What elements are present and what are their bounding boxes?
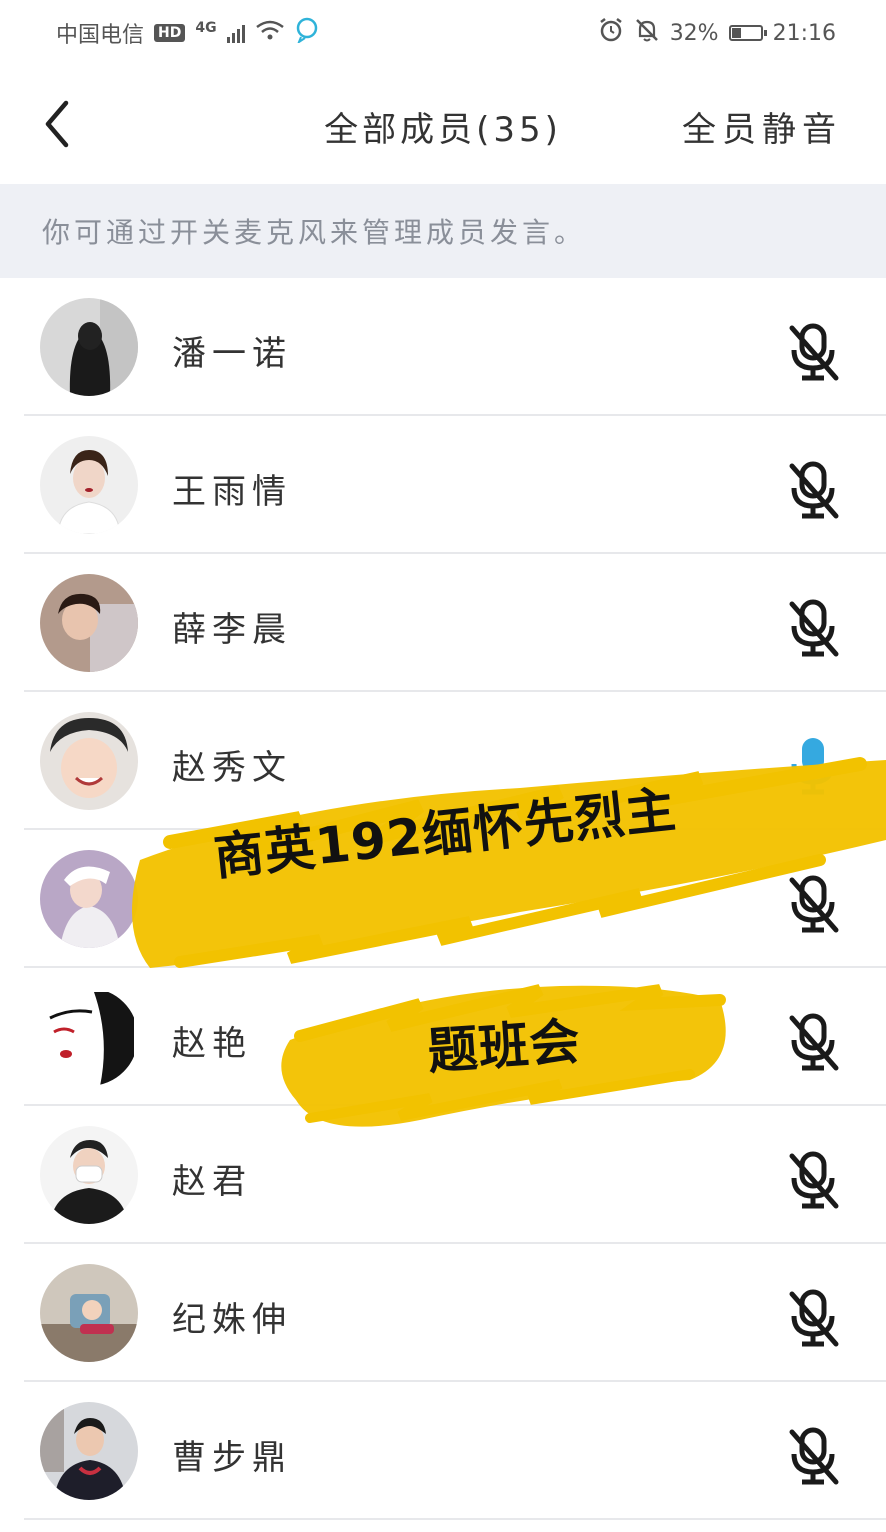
mic-toggle-button[interactable]: [786, 460, 842, 520]
member-name: 赵艳: [172, 1024, 252, 1064]
member-name: 曹步鼎: [172, 1438, 292, 1478]
status-bar: 中国电信 HD 4G 32% 21:16: [0, 0, 886, 66]
member-row[interactable]: 赵秀文: [0, 692, 886, 830]
mic-muted-icon: [789, 1013, 839, 1071]
signal-icon: [226, 23, 245, 43]
alarm-icon: [598, 17, 624, 49]
mic-toggle-button[interactable]: [786, 1150, 842, 1210]
status-right: 32% 21:16: [598, 17, 836, 49]
hint-banner: 你可通过开关麦克风来管理成员发言。: [0, 184, 886, 278]
member-name: 赵君: [172, 1162, 252, 1202]
mic-muted-icon: [789, 875, 839, 933]
mic-toggle-button[interactable]: [786, 1012, 842, 1072]
battery-level: [731, 28, 741, 38]
battery-percent: 32%: [669, 20, 719, 46]
mic-muted-icon: [789, 1151, 839, 1209]
member-list: 潘一诺 王雨情 薛李晨 赵秀文 赵艳 赵君 纪姝伸 曹步鼎: [0, 278, 886, 1520]
member-row[interactable]: 潘一诺: [0, 278, 886, 416]
status-left: 中国电信 HD 4G: [56, 17, 319, 49]
screen: 中国电信 HD 4G 32% 21:16 全部成员(35) 全员静音 你可通过开…: [0, 0, 886, 1532]
avatar[interactable]: [40, 1264, 138, 1362]
member-row[interactable]: 赵艳: [0, 968, 886, 1106]
member-row[interactable]: 赵君: [0, 1106, 886, 1244]
header: 全部成员(35) 全员静音: [0, 66, 886, 184]
avatar[interactable]: [40, 850, 138, 948]
mic-on-icon: [791, 738, 835, 795]
member-row[interactable]: [0, 830, 886, 968]
member-name: 赵秀文: [172, 748, 292, 788]
wifi-icon: [255, 19, 285, 47]
mic-toggle-button[interactable]: [786, 598, 842, 658]
mic-muted-icon: [789, 1289, 839, 1347]
member-row[interactable]: 薛李晨: [0, 554, 886, 692]
member-row[interactable]: 王雨情: [0, 416, 886, 554]
mic-toggle-button[interactable]: [786, 322, 842, 382]
mic-toggle-button[interactable]: [786, 1426, 842, 1486]
avatar[interactable]: [40, 712, 138, 810]
mic-toggle-button[interactable]: [786, 736, 842, 796]
member-name: 薛李晨: [172, 610, 292, 650]
member-row[interactable]: 纪姝伸: [0, 1244, 886, 1382]
avatar[interactable]: [40, 436, 138, 534]
battery-icon: [728, 25, 767, 41]
avatar[interactable]: [40, 298, 138, 396]
network-type: 4G: [195, 20, 217, 36]
member-row[interactable]: 曹步鼎: [0, 1382, 886, 1520]
avatar[interactable]: [40, 988, 138, 1086]
bell-muted-icon: [634, 17, 660, 49]
mic-muted-icon: [789, 1427, 839, 1485]
avatar[interactable]: [40, 574, 138, 672]
hd-badge: HD: [154, 24, 186, 42]
avatar[interactable]: [40, 1402, 138, 1500]
avatar[interactable]: [40, 1126, 138, 1224]
mic-muted-icon: [789, 461, 839, 519]
chat-app-icon: [295, 17, 319, 49]
mute-all-button[interactable]: 全员静音: [682, 102, 842, 151]
member-name: 潘一诺: [172, 334, 292, 374]
member-name: 王雨情: [172, 472, 292, 512]
mic-toggle-button[interactable]: [786, 874, 842, 934]
member-name: 纪姝伸: [172, 1300, 292, 1340]
mic-muted-icon: [789, 323, 839, 381]
mic-muted-icon: [789, 599, 839, 657]
clock: 21:16: [772, 20, 836, 46]
carrier-label: 中国电信: [56, 23, 145, 48]
mic-toggle-button[interactable]: [786, 1288, 842, 1348]
